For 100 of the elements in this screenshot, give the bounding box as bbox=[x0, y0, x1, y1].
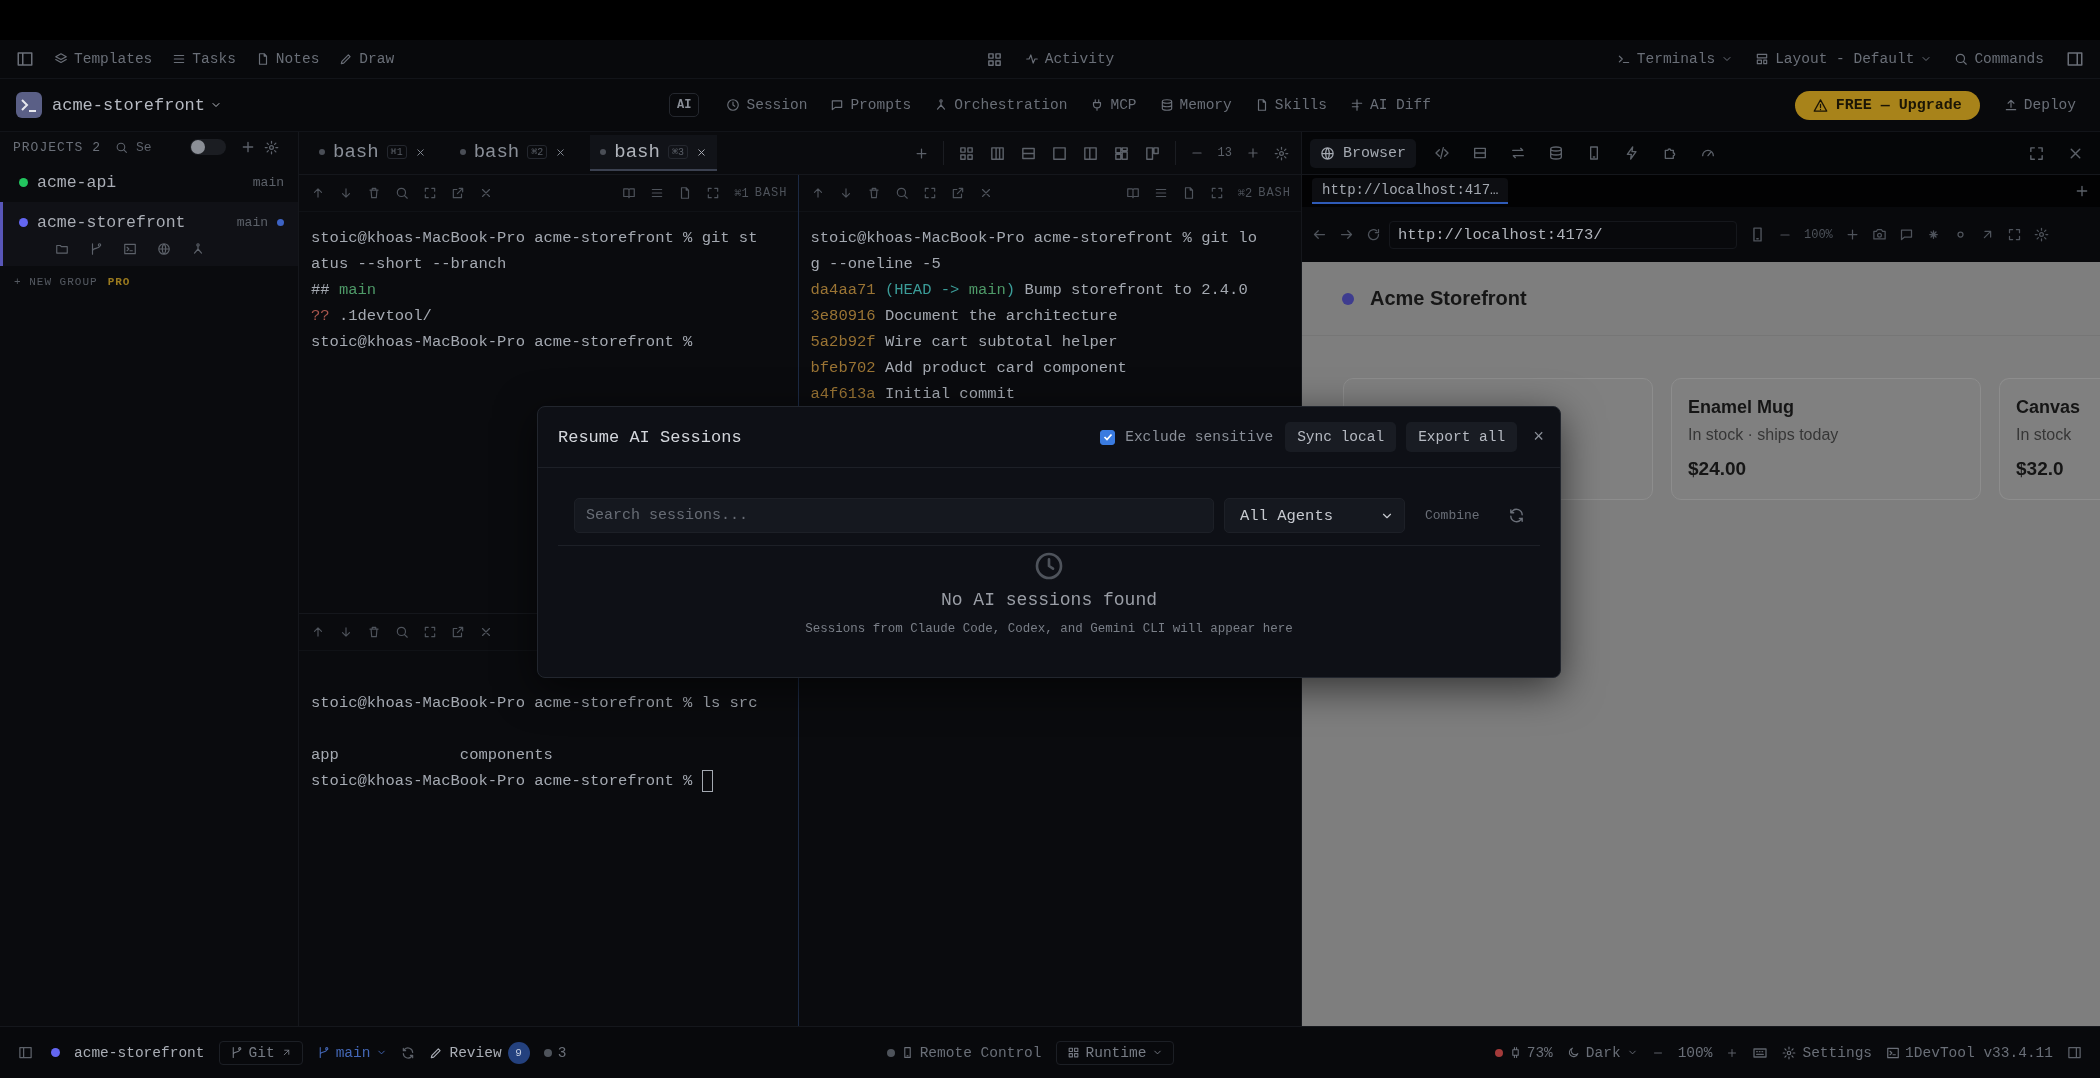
close-button[interactable]: × bbox=[1533, 427, 1544, 447]
expand-icon[interactable] bbox=[2028, 144, 2045, 162]
camera-icon[interactable] bbox=[1871, 227, 1887, 242]
trash-icon[interactable] bbox=[367, 186, 381, 200]
tool-button[interactable]: MCP bbox=[1090, 97, 1137, 113]
toolbar-button[interactable]: Commands bbox=[1954, 51, 2044, 67]
trash-icon[interactable] bbox=[367, 625, 381, 639]
search-icon[interactable] bbox=[395, 625, 409, 639]
branch-button[interactable]: main bbox=[316, 1044, 388, 1061]
arrow-up-icon[interactable] bbox=[311, 186, 325, 200]
toolbar-button[interactable]: Draw bbox=[339, 51, 395, 67]
toolbar-button[interactable]: Terminals bbox=[1616, 51, 1734, 67]
plus-icon[interactable] bbox=[1246, 146, 1260, 160]
expand-icon[interactable] bbox=[706, 186, 721, 200]
search-icon[interactable] bbox=[115, 140, 128, 154]
checkbox[interactable] bbox=[1100, 429, 1116, 445]
rows-icon[interactable] bbox=[1472, 145, 1488, 161]
book-icon[interactable] bbox=[1125, 186, 1140, 200]
search-icon[interactable] bbox=[395, 186, 409, 200]
columns-icon[interactable] bbox=[988, 144, 1006, 162]
panel-right-icon[interactable] bbox=[2067, 1045, 2082, 1060]
database-icon[interactable] bbox=[1548, 145, 1564, 161]
square-icon[interactable] bbox=[1050, 144, 1068, 162]
tool-button[interactable]: Skills bbox=[1254, 97, 1327, 113]
plus-icon[interactable] bbox=[1726, 1046, 1739, 1059]
dialog-button[interactable]: Export all bbox=[1406, 422, 1518, 452]
page-tab[interactable]: http://localhost:417… bbox=[1312, 178, 1509, 204]
project-item[interactable]: acme-storefront main bbox=[0, 202, 298, 266]
new-group-button[interactable]: + NEW GROUP bbox=[14, 276, 98, 288]
list-icon[interactable] bbox=[1153, 186, 1168, 200]
external-icon[interactable] bbox=[451, 186, 465, 200]
plus-icon[interactable] bbox=[1844, 227, 1860, 242]
panel-icon[interactable] bbox=[16, 50, 34, 68]
upgrade-button[interactable]: FREE — Upgrade bbox=[1794, 90, 1980, 120]
terminal-tab[interactable]: bash ⌘3 bbox=[590, 135, 717, 171]
deploy-button[interactable]: Deploy bbox=[2003, 97, 2076, 113]
layout-side-icon[interactable] bbox=[1143, 144, 1161, 162]
split-icon[interactable] bbox=[1081, 144, 1099, 162]
browser-tab[interactable]: Browser bbox=[1310, 138, 1416, 168]
remote-control-button[interactable]: Remote Control bbox=[900, 1044, 1042, 1061]
search-icon[interactable] bbox=[894, 186, 909, 200]
gear-icon[interactable] bbox=[2033, 227, 2049, 242]
project-item[interactable]: acme-api main bbox=[0, 162, 298, 202]
arrow-up-icon[interactable] bbox=[311, 625, 325, 639]
arrow-down-icon[interactable] bbox=[339, 186, 353, 200]
runtime-button[interactable]: Runtime bbox=[1055, 1040, 1175, 1065]
agent-select[interactable]: All Agents bbox=[1224, 498, 1405, 533]
plus-icon[interactable] bbox=[913, 145, 929, 161]
expand-icon[interactable] bbox=[1209, 186, 1224, 200]
gear-icon[interactable] bbox=[1274, 145, 1289, 161]
url-field[interactable]: http://localhost:4173/ bbox=[1389, 220, 1737, 249]
branch-icon[interactable] bbox=[89, 242, 103, 256]
expand-icon[interactable] bbox=[922, 186, 937, 200]
panel-right-icon[interactable] bbox=[2066, 50, 2084, 68]
folder-icon[interactable] bbox=[55, 242, 69, 256]
expand-icon[interactable] bbox=[2006, 227, 2022, 242]
toolbar-button[interactable]: Templates bbox=[54, 51, 153, 67]
globe-icon[interactable] bbox=[157, 242, 171, 256]
tool-button[interactable]: Orchestration bbox=[934, 97, 1068, 113]
close-icon[interactable] bbox=[414, 146, 426, 158]
terminal-tab[interactable]: bash ⌘2 bbox=[449, 135, 577, 171]
refresh-icon[interactable] bbox=[401, 1045, 416, 1060]
chat-icon[interactable] bbox=[1898, 227, 1914, 242]
terminal-tab[interactable]: bash ⌘1 bbox=[309, 135, 436, 171]
external-icon[interactable] bbox=[451, 625, 465, 639]
toolbar-button[interactable]: Layout - Default bbox=[1755, 51, 1933, 67]
puzzle-icon[interactable] bbox=[1662, 145, 1678, 161]
activity-button[interactable]: Activity bbox=[1024, 51, 1115, 67]
terminal-box-icon[interactable] bbox=[123, 242, 137, 256]
plus-icon[interactable] bbox=[240, 139, 256, 155]
settings-button[interactable]: Settings bbox=[1782, 1044, 1873, 1061]
review-button[interactable]: Review bbox=[429, 1044, 502, 1061]
tiles-icon[interactable] bbox=[1112, 144, 1130, 162]
grid-icon[interactable] bbox=[985, 50, 1003, 68]
panel-icon[interactable] bbox=[18, 1045, 33, 1060]
grid-icon[interactable] bbox=[957, 144, 975, 162]
git-button[interactable]: Git bbox=[218, 1040, 303, 1065]
fork-icon[interactable] bbox=[191, 242, 205, 256]
expand-icon[interactable] bbox=[423, 625, 437, 639]
toolbar-button[interactable]: Tasks bbox=[172, 51, 236, 67]
project-switcher[interactable]: acme-storefront bbox=[52, 95, 223, 115]
arrow-down-icon[interactable] bbox=[339, 625, 353, 639]
dialog-button[interactable]: Sync local bbox=[1285, 422, 1397, 452]
book-icon[interactable] bbox=[622, 186, 637, 200]
swap-icon[interactable] bbox=[1510, 145, 1526, 161]
toggle-switch[interactable] bbox=[190, 139, 226, 155]
code-icon[interactable] bbox=[1434, 145, 1450, 161]
refresh-icon[interactable] bbox=[1507, 507, 1525, 524]
toolbar-button[interactable]: Notes bbox=[255, 51, 320, 67]
tool-button[interactable]: Memory bbox=[1159, 97, 1232, 113]
reload-icon[interactable] bbox=[1366, 227, 1381, 242]
arrow-right-icon[interactable] bbox=[1339, 227, 1354, 242]
plus-icon[interactable] bbox=[2074, 183, 2090, 199]
expand-icon[interactable] bbox=[423, 186, 437, 200]
arrow-left-icon[interactable] bbox=[1312, 227, 1327, 242]
trash-icon[interactable] bbox=[866, 186, 881, 200]
theme-button[interactable]: Dark bbox=[1566, 1044, 1638, 1061]
bolt-icon[interactable] bbox=[1624, 145, 1640, 161]
close-icon[interactable] bbox=[695, 146, 707, 158]
project-search-field[interactable]: Se bbox=[136, 139, 170, 155]
